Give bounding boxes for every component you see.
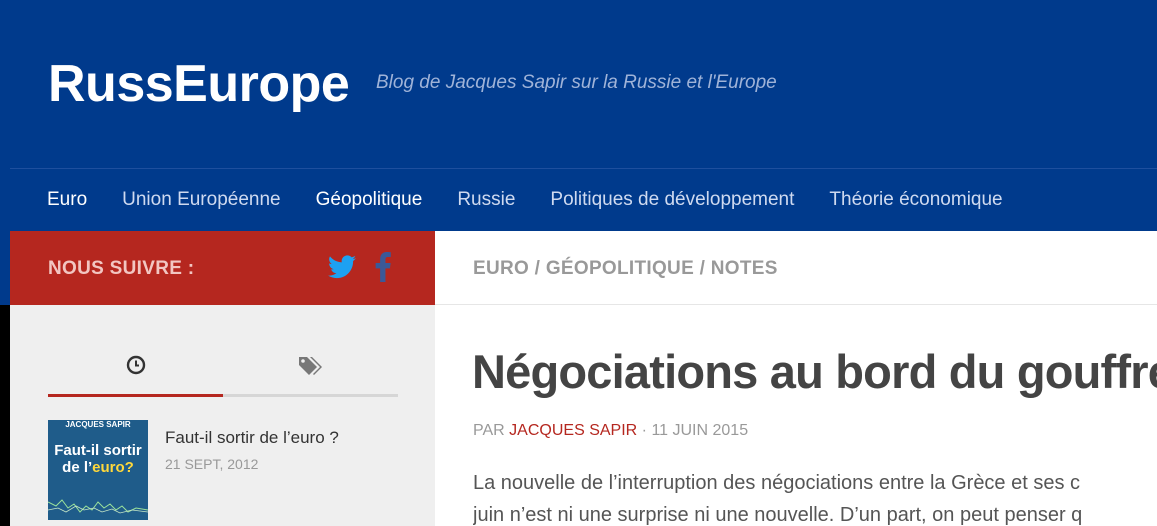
site-tagline: Blog de Jacques Sapir sur la Russie et l… <box>376 72 777 93</box>
nav-item-theorie-economique[interactable]: Théorie économique <box>829 189 1002 211</box>
byline-prefix: PAR <box>473 422 505 439</box>
article-byline: PAR JACQUES SAPIR · 11 JUIN 2015 <box>473 422 748 440</box>
tab-tags[interactable] <box>223 345 398 397</box>
thumbnail-title: Faut-il sortir de l’euro? <box>52 442 144 476</box>
article-body: La nouvelle de l’interruption des négoci… <box>473 467 1157 526</box>
follow-bar: NOUS SUIVRE : <box>10 231 435 305</box>
article-date: 11 JUIN 2015 <box>651 422 749 439</box>
nav-item-russie[interactable]: Russie <box>457 189 515 211</box>
byline-separator: · <box>641 422 647 439</box>
nav-item-geopolitique[interactable]: Géopolitique <box>316 189 423 211</box>
breadcrumb[interactable]: EURO / GÉOPOLITIQUE / NOTES <box>473 258 778 280</box>
sidebar: JACQUES SAPIR Faut-il sortir de l’euro? … <box>10 305 435 526</box>
main-nav: Euro Union Européenne Géopolitique Russi… <box>10 168 1157 231</box>
article-line: juin n’est ni une surprise ni une nouvel… <box>473 504 1083 526</box>
post-thumbnail[interactable]: JACQUES SAPIR Faut-il sortir de l’euro? <box>48 420 148 520</box>
left-edge-strip <box>0 168 10 305</box>
thumbnail-title-highlight: euro? <box>92 459 134 476</box>
twitter-icon[interactable] <box>328 254 356 280</box>
list-item[interactable]: JACQUES SAPIR Faut-il sortir de l’euro? … <box>48 420 408 520</box>
site-title[interactable]: RussEurope <box>48 54 350 114</box>
follow-label: NOUS SUIVRE : <box>48 258 195 279</box>
tags-icon <box>298 357 322 375</box>
sidebar-tabs <box>48 345 398 397</box>
tab-recent-posts[interactable] <box>48 345 223 397</box>
facebook-icon[interactable] <box>374 252 392 282</box>
thumbnail-title-line2: de l’ <box>62 459 93 476</box>
article-line: La nouvelle de l’interruption des négoci… <box>473 472 1081 494</box>
author-link[interactable]: JACQUES SAPIR <box>509 422 637 439</box>
article-title: Négociations au bord du gouffre <box>472 345 1157 398</box>
thumbnail-author: JACQUES SAPIR <box>65 420 131 429</box>
post-date: 21 SEPT, 2012 <box>165 456 259 472</box>
site-header: RussEurope Blog de Jacques Sapir sur la … <box>0 0 1157 168</box>
nav-item-politiques-developpement[interactable]: Politiques de développement <box>550 189 794 211</box>
left-edge-dark-strip <box>0 305 10 526</box>
thumbnail-title-line1: Faut-il sortir <box>54 442 142 459</box>
breadcrumb-bar: EURO / GÉOPOLITIQUE / NOTES <box>435 231 1157 305</box>
main-content: EURO / GÉOPOLITIQUE / NOTES Négociations… <box>435 231 1157 526</box>
page: RussEurope Blog de Jacques Sapir sur la … <box>0 0 1157 526</box>
nav-item-euro[interactable]: Euro <box>47 189 87 211</box>
post-title[interactable]: Faut-il sortir de l’euro ? <box>165 428 339 448</box>
nav-item-union-europeenne[interactable]: Union Européenne <box>122 189 280 211</box>
clock-icon <box>126 355 145 375</box>
thumbnail-chart-graphic <box>48 499 148 514</box>
